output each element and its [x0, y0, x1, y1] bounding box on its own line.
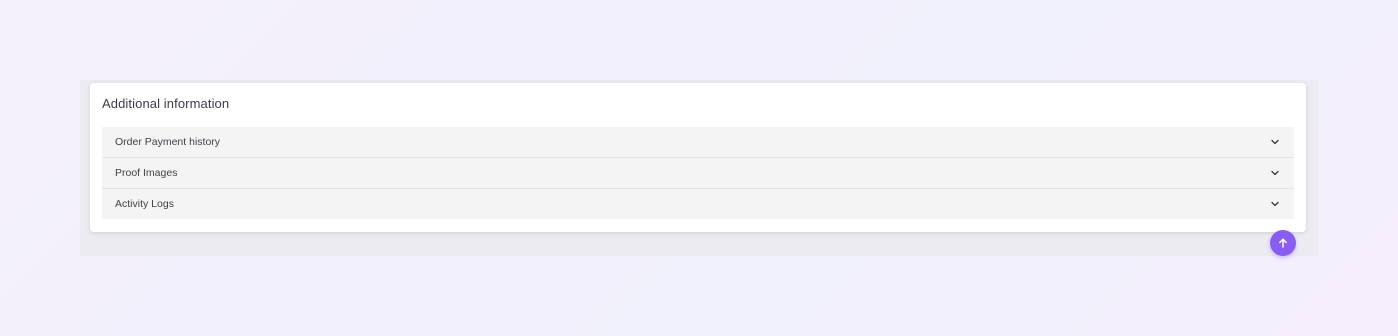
card-title: Additional information — [102, 96, 230, 111]
accordion-item-label: Activity Logs — [115, 198, 174, 210]
accordion: Order Payment history Proof Images Activ… — [102, 127, 1294, 219]
chevron-down-icon — [1270, 199, 1280, 209]
arrow-up-icon — [1277, 237, 1289, 249]
accordion-item-label: Proof Images — [115, 167, 178, 179]
accordion-item-label: Order Payment history — [115, 136, 221, 148]
scroll-to-top-button[interactable] — [1270, 230, 1296, 256]
accordion-item-order-payment-history[interactable]: Order Payment history — [102, 127, 1294, 158]
chevron-down-icon — [1270, 137, 1280, 147]
accordion-item-proof-images[interactable]: Proof Images — [102, 158, 1294, 189]
additional-information-card: Additional information Order Payment his… — [90, 83, 1306, 232]
chevron-down-icon — [1270, 168, 1280, 178]
accordion-item-activity-logs[interactable]: Activity Logs — [102, 189, 1294, 219]
